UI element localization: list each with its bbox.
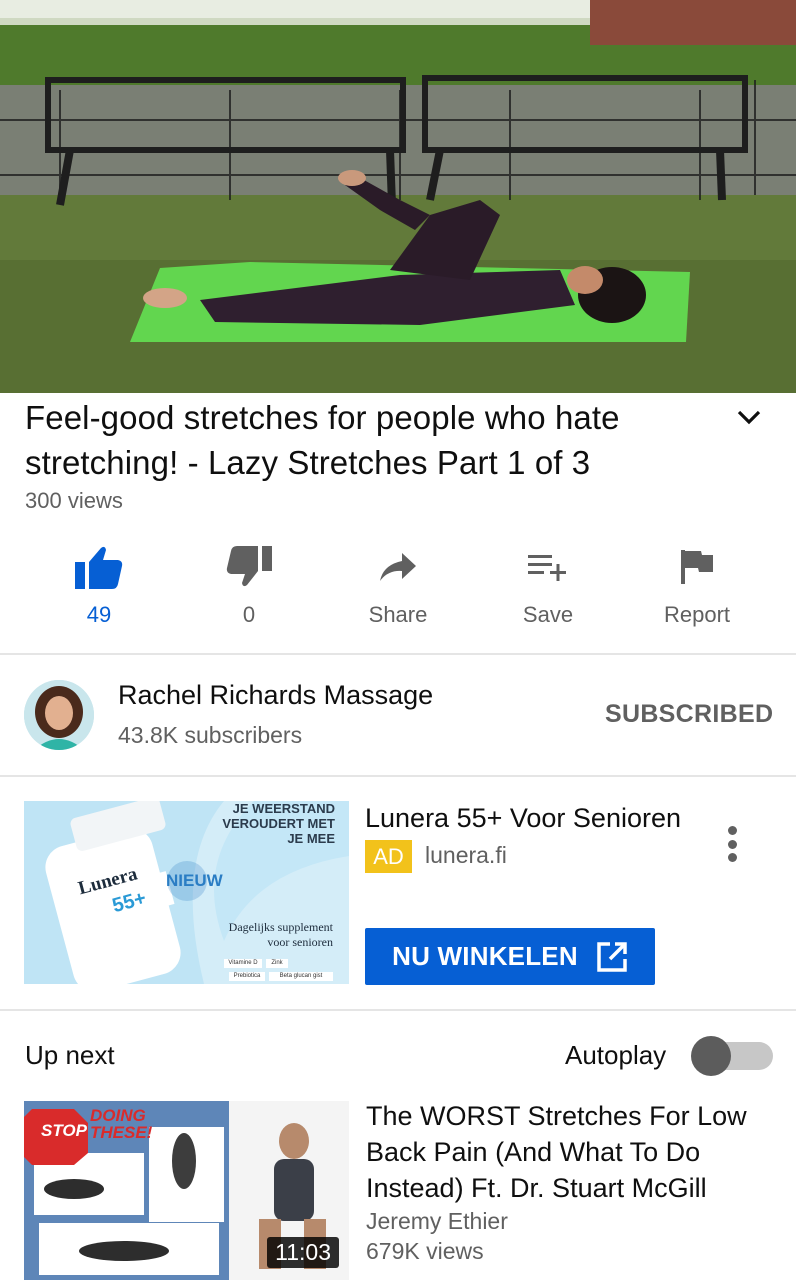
action-bar: 49 0 Share Save Report [0, 538, 796, 633]
share-button[interactable]: Share [323, 538, 473, 633]
report-label: Report [663, 602, 731, 627]
video-duration: 11:03 [267, 1237, 339, 1268]
next-video-channel: Jeremy Ethier [366, 1208, 508, 1234]
ad-chip: Beta glucan gist [279, 973, 323, 979]
playlist-add-icon [528, 538, 568, 596]
ad-headline-line: VEROUDERT MET [222, 816, 335, 831]
thumb-doing-text: DOING THESE! [90, 1107, 152, 1141]
expand-chevron-icon[interactable] [734, 402, 764, 432]
share-arrow-icon [380, 538, 416, 596]
channel-subscriber-count: 43.8K subscribers [118, 722, 303, 748]
ad-chip: Vitamine D [228, 960, 258, 966]
view-count: 300 views [25, 488, 123, 513]
ad-new-label: NIEUW [166, 871, 223, 890]
autoplay-label: Autoplay [565, 1040, 667, 1070]
toggle-knob [691, 1036, 731, 1076]
thumb-text-line: THESE! [90, 1123, 153, 1142]
shop-now-button[interactable]: NU WINKELEN [365, 928, 655, 985]
ad-chip: Prebiotica [233, 973, 261, 979]
thumb-stop-text: STOP [41, 1121, 87, 1140]
save-label: Save [522, 602, 574, 627]
thumb-text-line: DOING [90, 1106, 146, 1125]
share-label: Share [368, 602, 428, 627]
ad-badge: AD [365, 840, 412, 873]
ad-image[interactable]: JE WEERSTAND VEROUDERT MET JE MEE Lunera… [24, 801, 349, 984]
ad-tagline: Dagelijks supplement voor senioren [229, 920, 333, 950]
flag-icon [681, 538, 713, 596]
more-options-icon[interactable] [722, 826, 742, 862]
next-video-title[interactable]: The WORST Stretches For Low Back Pain (A… [366, 1098, 776, 1206]
ad-title[interactable]: Lunera 55+ Voor Senioren [365, 803, 681, 834]
save-button[interactable]: Save [473, 538, 623, 633]
video-frame-image [0, 0, 796, 393]
autoplay-toggle[interactable] [691, 1036, 773, 1076]
thumbs-down-icon [226, 538, 272, 596]
video-title[interactable]: Feel-good stretches for people who hate … [25, 395, 705, 485]
thumbs-up-icon [75, 538, 123, 596]
ad-image-headline: JE WEERSTAND VEROUDERT MET JE MEE [222, 801, 335, 846]
ad-headline-line: JE MEE [287, 831, 335, 846]
next-video-thumbnail[interactable]: STOP DOING THESE! 11:03 [24, 1101, 349, 1280]
ad-tagline-line: voor senioren [267, 935, 333, 949]
divider [0, 775, 796, 777]
report-button[interactable]: Report [622, 538, 772, 633]
up-next-heading: Up next [25, 1040, 115, 1070]
divider [0, 653, 796, 655]
channel-name[interactable]: Rachel Richards Massage [118, 680, 433, 711]
like-count: 49 [86, 602, 112, 627]
divider [0, 1009, 796, 1011]
ad-domain: lunera.fi [425, 842, 507, 868]
dislike-button[interactable]: 0 [174, 538, 324, 633]
channel-avatar[interactable] [24, 680, 94, 750]
video-player[interactable] [0, 0, 796, 393]
ad-chip: Zink [271, 960, 283, 966]
ad-tagline-line: Dagelijks supplement [228, 920, 333, 934]
ad-headline-line: JE WEERSTAND [232, 801, 335, 816]
subscribed-button[interactable]: SUBSCRIBED [605, 700, 773, 729]
like-button[interactable]: 49 [24, 538, 174, 633]
dislike-count: 0 [242, 602, 256, 627]
external-link-icon [597, 941, 627, 972]
next-video-views: 679K views [366, 1238, 484, 1264]
shop-now-label: NU WINKELEN [392, 941, 578, 971]
